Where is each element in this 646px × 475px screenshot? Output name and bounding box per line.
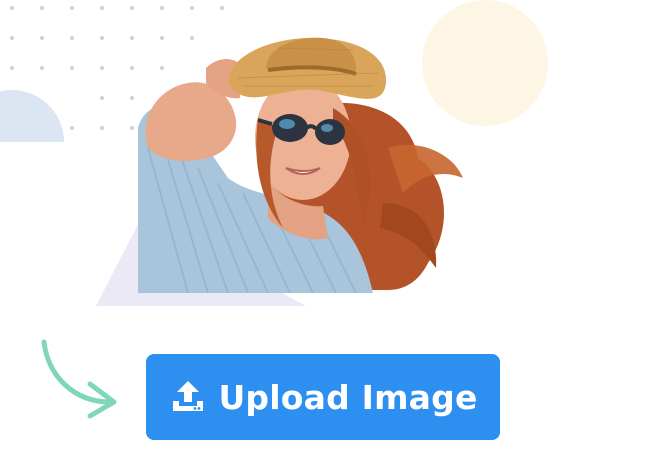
curved-arrow-icon (41, 339, 117, 419)
upload-button-label: Upload Image (218, 377, 478, 417)
upload-image-button[interactable]: Upload Image (146, 354, 500, 440)
upload-icon (168, 377, 208, 417)
upload-widget: Upload Image (0, 0, 646, 475)
hero-photo (138, 37, 463, 293)
